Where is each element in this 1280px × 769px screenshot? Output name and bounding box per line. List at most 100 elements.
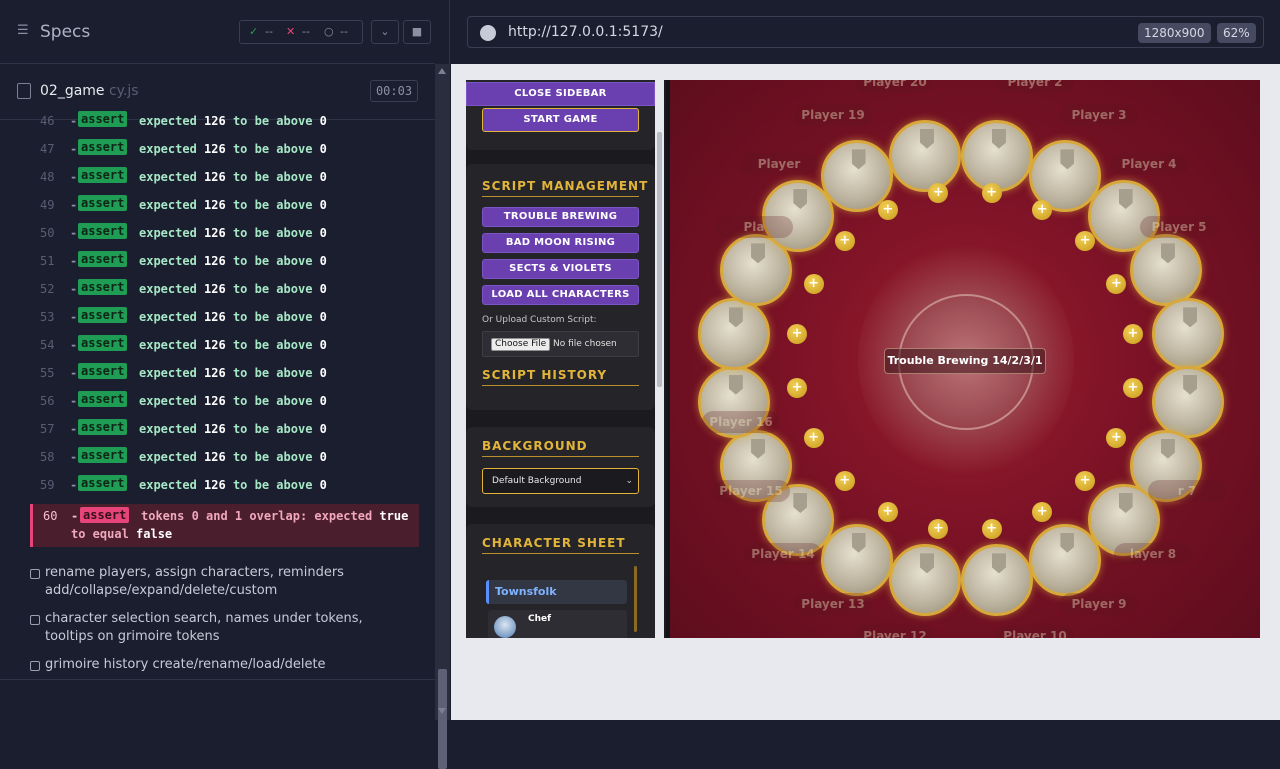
player-token[interactable] — [1029, 523, 1102, 596]
townsfolk-header[interactable]: Townsfolk — [486, 580, 627, 604]
token-ribbon — [1183, 374, 1198, 395]
add-reminder-button[interactable]: + — [1106, 273, 1127, 294]
add-reminder-button[interactable]: + — [834, 471, 855, 492]
player-name-label[interactable]: Player 19 — [794, 104, 872, 126]
stop-icon[interactable]: ■ — [403, 20, 431, 44]
load-all-characters-button[interactable]: LOAD ALL CHARACTERS — [482, 285, 639, 305]
assert-row[interactable]: 46 - assert expected 126 to be above 0 — [30, 110, 420, 138]
player-name-label[interactable]: Player 13 — [794, 593, 872, 615]
player-name-label[interactable]: layer 8 — [1114, 543, 1192, 565]
add-reminder-button[interactable]: + — [803, 273, 824, 294]
player-name-label[interactable]: Pla — [715, 216, 793, 238]
failed-assert-row[interactable]: 60 - assert tokens 0 and 1 overlap: expe… — [30, 504, 419, 547]
assert-row[interactable]: 47 - assert expected 126 to be above 0 — [30, 138, 420, 166]
sheet-scrollbar[interactable] — [634, 566, 637, 632]
choose-file-button[interactable]: Choose File — [491, 338, 551, 351]
scroll-thumb[interactable] — [438, 669, 447, 769]
background-select[interactable]: Default Background ⌄ — [482, 468, 639, 494]
chevron-down-icon[interactable]: ⌄ — [371, 20, 399, 44]
close-sidebar-button[interactable]: CLOSE SIDEBAR — [466, 82, 655, 106]
assert-message: expected 126 to be above 0 — [139, 366, 327, 380]
add-reminder-button[interactable]: + — [787, 324, 808, 345]
bad-moon-rising-button[interactable]: BAD MOON RISING — [482, 233, 639, 253]
add-reminder-button[interactable]: + — [981, 183, 1002, 204]
trouble-brewing-button[interactable]: TROUBLE BREWING — [482, 207, 639, 227]
sidebar-scrollbar[interactable] — [655, 80, 664, 638]
player-token[interactable] — [697, 298, 770, 371]
assert-tag: assert — [78, 447, 128, 463]
assert-row[interactable]: 53 - assert expected 126 to be above 0 — [30, 306, 420, 334]
row-number: 52 — [40, 282, 55, 296]
player-token[interactable] — [960, 119, 1033, 192]
add-reminder-button[interactable]: + — [877, 199, 898, 220]
player-token[interactable] — [889, 119, 962, 192]
player-name-label[interactable]: Player 16 — [702, 411, 780, 433]
url-box[interactable]: http://127.0.0.1:5173/ 1280x900 62% — [467, 16, 1264, 48]
character-item[interactable]: Chef — [488, 610, 627, 638]
chevron-down-icon: ⌄ — [625, 476, 633, 486]
token-ribbon — [1183, 307, 1198, 328]
player-name-label[interactable]: Player 2 — [996, 80, 1074, 93]
start-game-button[interactable]: START GAME — [482, 108, 639, 132]
row-number: 47 — [40, 142, 55, 156]
player-name-label[interactable]: Player 15 — [712, 480, 790, 502]
fail-message: tokens 0 and 1 overlap: expected true — [141, 509, 409, 523]
player-token[interactable] — [1152, 298, 1225, 371]
add-reminder-button[interactable]: + — [1075, 230, 1096, 251]
assert-row[interactable]: 48 - assert expected 126 to be above 0 — [30, 166, 420, 194]
player-token[interactable] — [820, 523, 893, 596]
add-reminder-button[interactable]: + — [1032, 502, 1053, 523]
add-reminder-button[interactable]: + — [877, 502, 898, 523]
add-reminder-button[interactable]: + — [1075, 471, 1096, 492]
player-name-label[interactable]: Player 4 — [1110, 153, 1188, 175]
menu-icon[interactable]: ☰ — [17, 24, 31, 38]
add-reminder-button[interactable]: + — [1122, 324, 1143, 345]
assert-row[interactable]: 55 - assert expected 126 to be above 0 — [30, 362, 420, 390]
add-reminder-button[interactable]: + — [1032, 199, 1053, 220]
add-reminder-button[interactable]: + — [981, 518, 1002, 539]
player-token[interactable] — [960, 544, 1033, 617]
player-name-label[interactable]: Player 14 — [744, 543, 822, 565]
assert-row[interactable]: 57 - assert expected 126 to be above 0 — [30, 418, 420, 446]
add-reminder-button[interactable]: + — [803, 428, 824, 449]
file-input[interactable]: Choose File No file chosen — [482, 331, 639, 357]
player-name-label[interactable]: Player 5 — [1140, 216, 1218, 238]
player-token[interactable] — [1152, 365, 1225, 438]
assert-row[interactable]: 52 - assert expected 126 to be above 0 — [30, 278, 420, 306]
test-status-icon — [30, 569, 40, 579]
scroll-up-icon[interactable] — [438, 68, 446, 74]
add-reminder-button[interactable]: + — [834, 230, 855, 251]
player-token[interactable] — [1129, 234, 1202, 307]
row-number: 56 — [40, 394, 55, 408]
assert-row[interactable]: 54 - assert expected 126 to be above 0 — [30, 334, 420, 362]
assert-row[interactable]: 58 - assert expected 126 to be above 0 — [30, 446, 420, 474]
sidebar-scroll-thumb[interactable] — [657, 132, 662, 387]
assert-row[interactable]: 49 - assert expected 126 to be above 0 — [30, 194, 420, 222]
assert-row[interactable]: 56 - assert expected 126 to be above 0 — [30, 390, 420, 418]
assert-message: expected 126 to be above 0 — [139, 142, 327, 156]
assert-row[interactable]: 59 - assert expected 126 to be above 0 — [30, 474, 420, 502]
scroll-down-icon[interactable] — [438, 708, 446, 714]
assert-row[interactable]: 50 - assert expected 126 to be above 0 — [30, 222, 420, 250]
assert-tag: assert — [78, 419, 128, 435]
grimoire-board: + + + + + + + + + + + + + + + + + + + + Player 20 Player 2 Pl… — [670, 80, 1260, 638]
player-name-label[interactable]: Player — [740, 153, 818, 175]
player-token[interactable] — [889, 544, 962, 617]
player-name-label[interactable]: Player 20 — [856, 80, 934, 93]
player-name-label[interactable]: Player 10 — [996, 625, 1074, 638]
sects-violets-button[interactable]: SECTS & VIOLETS — [482, 259, 639, 279]
runner-scrollbar[interactable] — [435, 64, 450, 769]
add-reminder-button[interactable]: + — [928, 518, 949, 539]
add-reminder-button[interactable]: + — [787, 377, 808, 398]
assert-row[interactable]: 51 - assert expected 126 to be above 0 — [30, 250, 420, 278]
add-reminder-button[interactable]: + — [1122, 377, 1143, 398]
specs-title: Specs — [40, 22, 91, 42]
background-title: BACKGROUND — [482, 439, 588, 453]
player-name-label[interactable]: Player 12 — [856, 625, 934, 638]
player-name-label[interactable]: r 7 — [1148, 480, 1226, 502]
token-ribbon — [991, 128, 1006, 149]
player-name-label[interactable]: Player 9 — [1060, 593, 1138, 615]
player-name-label[interactable]: Player 3 — [1060, 104, 1138, 126]
add-reminder-button[interactable]: + — [1106, 428, 1127, 449]
add-reminder-button[interactable]: + — [928, 183, 949, 204]
